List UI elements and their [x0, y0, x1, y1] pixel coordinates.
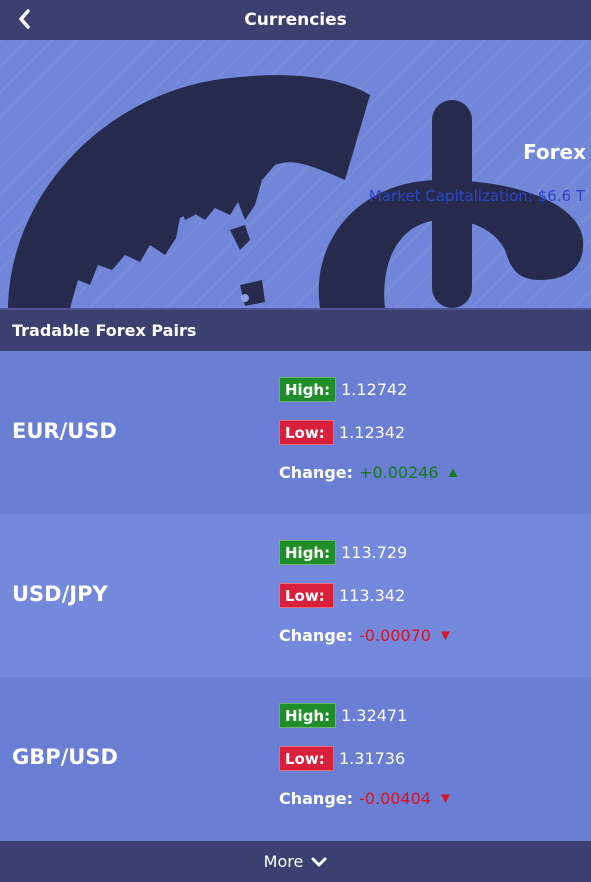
pair-row-usdjpy[interactable]: USD/JPY High: 113.729 Low: 113.342 Chang… [0, 514, 591, 677]
asset-name: Forex [523, 140, 586, 164]
high-value: 113.729 [341, 543, 408, 562]
arrow-down-icon: ▼ [437, 790, 453, 807]
pair-row-eurusd[interactable]: EUR/USD High: 1.12742 Low: 1.12342 Chang… [0, 351, 591, 514]
change-label: Change: [279, 626, 354, 645]
market-cap-label: Market Capitalization: [368, 187, 533, 205]
high-row: High: 1.32471 [279, 703, 407, 728]
pair-symbol: USD/JPY [12, 582, 108, 606]
section-title: Tradable Forex Pairs [12, 321, 197, 340]
low-row: Low: 1.12342 [279, 420, 405, 445]
change-label: Change: [279, 463, 354, 482]
low-row: Low: 113.342 [279, 583, 405, 608]
change-value: +0.00246 [359, 463, 439, 482]
change-label: Change: [279, 789, 354, 808]
change-value: -0.00404 [359, 789, 431, 808]
change-row: Change: -0.00404 ▼ [279, 789, 453, 808]
page-title: Currencies [244, 10, 347, 30]
low-badge: Low: [279, 746, 334, 771]
market-cap: Market Capitalization: $6.6 T [369, 187, 585, 205]
pair-symbol: GBP/USD [12, 745, 118, 769]
low-value: 1.31736 [339, 749, 406, 768]
chevron-left-icon [19, 9, 30, 29]
pairs-list: EUR/USD High: 1.12742 Low: 1.12342 Chang… [0, 351, 591, 840]
low-row: Low: 1.31736 [279, 746, 405, 771]
market-cap-value: $6.6 T [537, 187, 585, 205]
high-row: High: 113.729 [279, 540, 407, 565]
top-bar: Currencies [0, 0, 591, 40]
change-row: Change: -0.00070 ▼ [279, 626, 453, 645]
high-value: 1.32471 [341, 706, 408, 725]
high-value: 1.12742 [341, 380, 408, 399]
globe-dollar-illustration [8, 75, 584, 308]
back-button[interactable] [12, 6, 38, 32]
pair-row-gbpusd[interactable]: GBP/USD High: 1.32471 Low: 1.31736 Chang… [0, 677, 591, 840]
low-value: 113.342 [339, 586, 406, 605]
chevron-down-icon [311, 857, 327, 866]
low-value: 1.12342 [339, 423, 406, 442]
change-value: -0.00070 [359, 626, 431, 645]
section-header: Tradable Forex Pairs [0, 308, 591, 351]
high-badge: High: [279, 703, 337, 728]
high-badge: High: [279, 540, 337, 565]
low-badge: Low: [279, 420, 334, 445]
arrow-up-icon: ▲ [445, 464, 461, 481]
arrow-down-icon: ▼ [437, 627, 453, 644]
change-row: Change: +0.00246 ▲ [279, 463, 460, 482]
more-label: More [263, 852, 304, 871]
pair-symbol: EUR/USD [12, 419, 117, 443]
high-row: High: 1.12742 [279, 377, 407, 402]
hero-banner: Forex Market Capitalization: $6.6 T [0, 40, 591, 308]
more-button[interactable]: More [0, 841, 591, 882]
low-badge: Low: [279, 583, 334, 608]
high-badge: High: [279, 377, 337, 402]
